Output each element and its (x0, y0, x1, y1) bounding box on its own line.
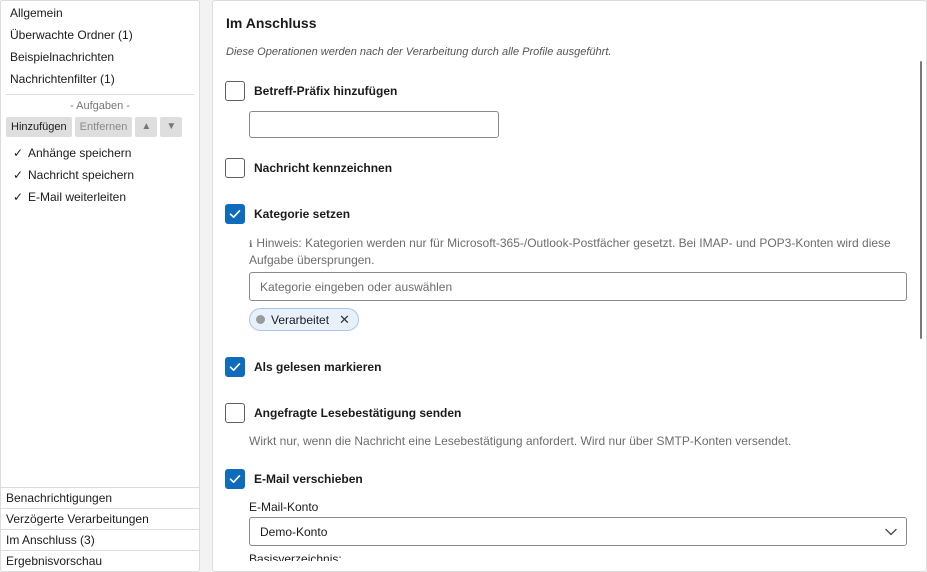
nav-item-allgemein[interactable]: Allgemein (1, 2, 199, 24)
move-mail-checkbox[interactable]: E-Mail verschieben (225, 469, 363, 489)
subject-prefix-input[interactable] (250, 112, 498, 137)
checkmark-icon (229, 475, 241, 483)
scrollbar[interactable] (920, 61, 922, 339)
task-label: E-Mail weiterleiten (28, 190, 127, 204)
main-panel: Im Anschluss Diese Operationen werden na… (212, 0, 927, 572)
base-directory-label: Basisverzeichnis: (249, 553, 342, 561)
checkmark-icon: ✓ (13, 190, 24, 204)
task-label: Nachricht speichern (28, 168, 135, 182)
chip-label: Verarbeitet (271, 312, 330, 327)
set-category-checkbox[interactable]: Kategorie setzen (225, 204, 350, 224)
checkbox-box (225, 469, 245, 489)
nav-item-ueberwachte-ordner[interactable]: Überwachte Ordner (1) (1, 24, 199, 46)
email-account-label: E-Mail-Konto (249, 500, 319, 514)
subject-prefix-checkbox[interactable]: Betreff-Präfix hinzufügen (225, 81, 397, 101)
move-up-button[interactable]: ▲ (135, 117, 158, 137)
checkmark-icon: ✓ (13, 146, 24, 160)
task-item-email-weiterleiten[interactable]: ✓ E-Mail weiterleiten (1, 186, 199, 208)
checkbox-label: Nachricht kennzeichnen (254, 161, 393, 175)
category-chip: Verarbeitet ✕ (249, 308, 359, 331)
task-toolbar: Hinzufügen Entfernen ▲ ▼ (1, 115, 199, 139)
nav-item-benachrichtigungen[interactable]: Benachrichtigungen (1, 487, 199, 508)
flag-message-checkbox[interactable]: Nachricht kennzeichnen (225, 158, 392, 178)
tasks-list: ✓ Anhänge speichern ✓ Nachricht speichern … (1, 139, 199, 208)
page-title: Im Anschluss (226, 15, 317, 31)
task-item-anhaenge-speichern[interactable]: ✓ Anhänge speichern (1, 142, 199, 164)
nav-item-nachrichtenfilter[interactable]: Nachrichtenfilter (1) (1, 68, 199, 90)
email-account-select[interactable]: Demo-Konto (249, 517, 907, 546)
checkbox-label: Angefragte Lesebestätigung senden (254, 406, 462, 420)
sidebar: Allgemein Überwachte Ordner (1) Beispiel… (0, 0, 200, 572)
task-item-nachricht-speichern[interactable]: ✓ Nachricht speichern (1, 164, 199, 186)
checkbox-label: Kategorie setzen (254, 207, 351, 221)
nav-item-ergebnisvorschau[interactable]: Ergebnisvorschau (1, 550, 199, 571)
category-hint-text: Hinweis: Kategorien werden nur für Micro… (249, 236, 891, 267)
checkmark-icon: ✓ (13, 168, 24, 182)
email-account-value: Demo-Konto (260, 524, 328, 539)
checkbox-label: Als gelesen markieren (254, 360, 382, 374)
page-subtitle: Diese Operationen werden nach der Verarb… (226, 46, 612, 58)
checkbox-box (225, 158, 245, 178)
task-label: Anhänge speichern (28, 146, 132, 160)
checkbox-box (225, 403, 245, 423)
sidebar-divider (6, 94, 194, 95)
category-hint: ℹ Hinweis: Kategorien werden nur für Micr… (249, 235, 914, 268)
checkmark-icon (229, 363, 241, 371)
checkbox-box (225, 204, 245, 224)
category-color-dot (256, 315, 265, 324)
checkbox-box (225, 81, 245, 101)
remove-chip-icon[interactable]: ✕ (339, 312, 350, 328)
subject-prefix-field[interactable] (249, 111, 499, 138)
checkmark-icon (229, 210, 241, 218)
chevron-down-icon (885, 528, 897, 536)
read-receipt-checkbox[interactable]: Angefragte Lesebestätigung senden (225, 403, 461, 423)
category-input[interactable] (250, 273, 906, 300)
read-receipt-hint: Wirkt nur, wenn die Nachricht eine Leseb… (249, 434, 792, 448)
checkbox-label: Betreff-Präfix hinzufügen (254, 84, 398, 98)
info-icon: ℹ (249, 239, 253, 249)
category-field[interactable] (249, 272, 907, 301)
nav-item-im-anschluss[interactable]: Im Anschluss (3) (1, 529, 199, 550)
add-task-button[interactable]: Hinzufügen (6, 117, 72, 137)
tasks-header: - Aufgaben - (70, 100, 130, 112)
nav-item-verzoegerte-verarbeitungen[interactable]: Verzögerte Verarbeitungen (1, 508, 199, 529)
nav-item-beispielnachrichten[interactable]: Beispielnachrichten (1, 46, 199, 68)
checkbox-box (225, 357, 245, 377)
checkbox-label: E-Mail verschieben (254, 472, 363, 486)
mark-read-checkbox[interactable]: Als gelesen markieren (225, 357, 381, 377)
remove-task-button[interactable]: Entfernen (74, 117, 133, 137)
bottom-nav: Benachrichtigungen Verzögerte Verarbeitu… (1, 487, 199, 571)
move-down-button[interactable]: ▼ (160, 117, 183, 137)
